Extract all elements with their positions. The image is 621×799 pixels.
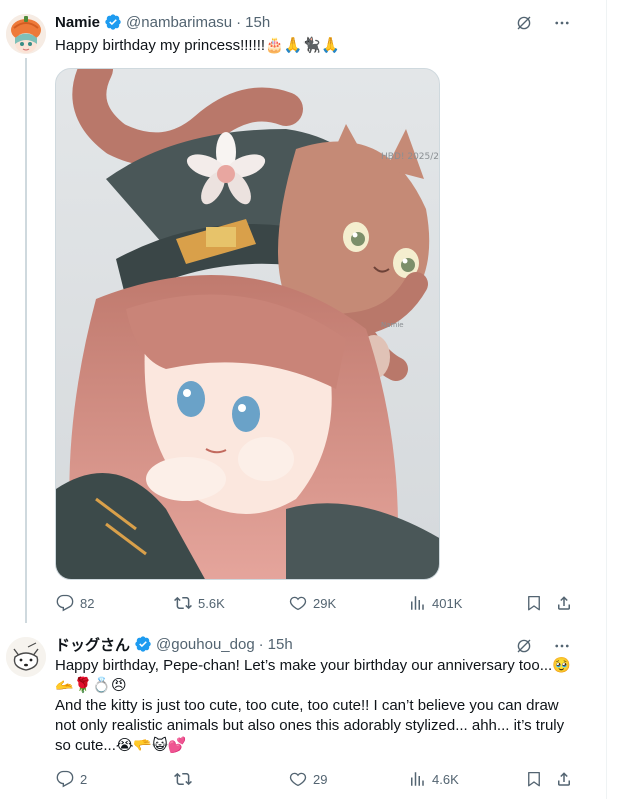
- reply-icon: [56, 594, 74, 612]
- separator: ·: [236, 13, 242, 31]
- user-handle[interactable]: @gouhou_dog: [156, 636, 255, 653]
- share-button[interactable]: [555, 770, 573, 788]
- tweet-text: Happy birthday my princess!!!!!!🎂🙏🐈‍⬛🙏: [55, 37, 340, 54]
- repost-button[interactable]: 5.6K: [174, 594, 225, 612]
- media-watermark: Namie: [381, 321, 404, 329]
- heart-icon: [289, 596, 307, 611]
- more-options-icon[interactable]: [553, 14, 571, 32]
- views-button[interactable]: 401K: [408, 594, 462, 612]
- view-count: 4.6K: [432, 771, 459, 787]
- tweet-text: Happy birthday, Pepe-chan! Let’s make yo…: [55, 656, 575, 756]
- bookmark-icon: [528, 595, 540, 611]
- tweet-media-image[interactable]: HBD! 2025/2 Namie: [55, 68, 440, 580]
- media-signature: HBD! 2025/2: [381, 152, 439, 162]
- reply-count: 82: [80, 595, 95, 611]
- repost-icon: [174, 772, 192, 786]
- repost-button[interactable]: [174, 770, 198, 788]
- timestamp[interactable]: 15h: [268, 636, 293, 653]
- reply-icon: [56, 770, 74, 788]
- like-count: 29K: [313, 595, 337, 611]
- tweet-header: Namie @nambarimasu · 15h: [55, 12, 270, 32]
- share-button[interactable]: [555, 594, 573, 612]
- repost-icon: [174, 596, 192, 610]
- tweet-action-bar: 2 29 4.6K: [56, 769, 576, 789]
- display-name[interactable]: Namie: [55, 14, 100, 31]
- grok-icon[interactable]: [515, 637, 533, 655]
- user-handle[interactable]: @nambarimasu: [126, 14, 232, 31]
- tweet-header-actions: [515, 13, 571, 33]
- tweet-action-bar: 82 5.6K 29K 401K: [56, 593, 576, 613]
- timestamp[interactable]: 15h: [245, 14, 270, 31]
- verified-badge-icon: [134, 635, 152, 653]
- views-chart-icon: [411, 772, 424, 786]
- share-icon: [558, 772, 570, 786]
- tweet-header: ドッグさん @gouhou_dog · 15h: [55, 634, 293, 654]
- tweet-paragraph: Happy birthday, Pepe-chan! Let’s make yo…: [55, 657, 571, 694]
- tweet-header-actions: [515, 636, 571, 656]
- avatar-dog-sketch-image: [6, 637, 46, 677]
- tweet-paragraph: And the kitty is just too cute, too cute…: [55, 697, 565, 754]
- heart-icon: [289, 772, 307, 787]
- illustration-girl-with-cat: HBD! 2025/2 Namie: [56, 69, 439, 579]
- more-options-icon[interactable]: [553, 637, 571, 655]
- avatar-pumpkin-girl-image: [6, 14, 46, 54]
- display-name[interactable]: ドッグさん: [55, 634, 130, 655]
- timeline-border: [606, 0, 607, 799]
- thread-connector-line: [25, 58, 27, 623]
- bookmark-button[interactable]: [525, 770, 543, 788]
- view-count: 401K: [432, 595, 463, 611]
- avatar[interactable]: [6, 14, 46, 54]
- bookmark-button[interactable]: [525, 594, 543, 612]
- repost-count: 5.6K: [198, 595, 225, 611]
- verified-badge-icon: [104, 13, 122, 31]
- reply-button[interactable]: 2: [56, 770, 87, 788]
- views-button[interactable]: 4.6K: [408, 770, 459, 788]
- like-count: 29: [313, 771, 328, 787]
- separator: ·: [258, 635, 264, 653]
- reply-count: 2: [80, 771, 88, 787]
- bookmark-icon: [528, 771, 540, 787]
- like-button[interactable]: 29K: [289, 594, 336, 612]
- like-button[interactable]: 29: [289, 770, 327, 788]
- share-icon: [558, 596, 570, 610]
- grok-icon[interactable]: [515, 14, 533, 32]
- avatar[interactable]: [6, 637, 46, 677]
- reply-button[interactable]: 82: [56, 594, 94, 612]
- views-chart-icon: [411, 596, 424, 610]
